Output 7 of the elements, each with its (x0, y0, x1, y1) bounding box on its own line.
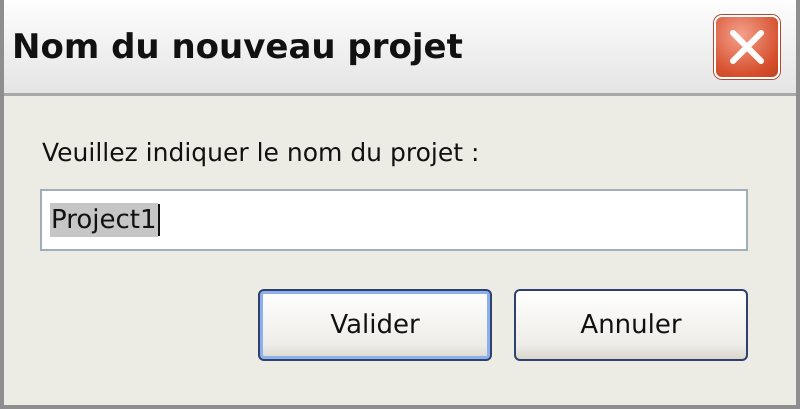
validate-button[interactable]: Valider (258, 289, 492, 361)
close-button[interactable] (714, 14, 780, 78)
cancel-button[interactable]: Annuler (514, 289, 748, 361)
field-value: Project1 (50, 203, 158, 237)
window-title: Nom du nouveau projet (12, 26, 463, 66)
name-field[interactable]: Project1 (40, 189, 748, 251)
prompt-label: Veuillez indiquer le nom du projet : (42, 138, 480, 167)
